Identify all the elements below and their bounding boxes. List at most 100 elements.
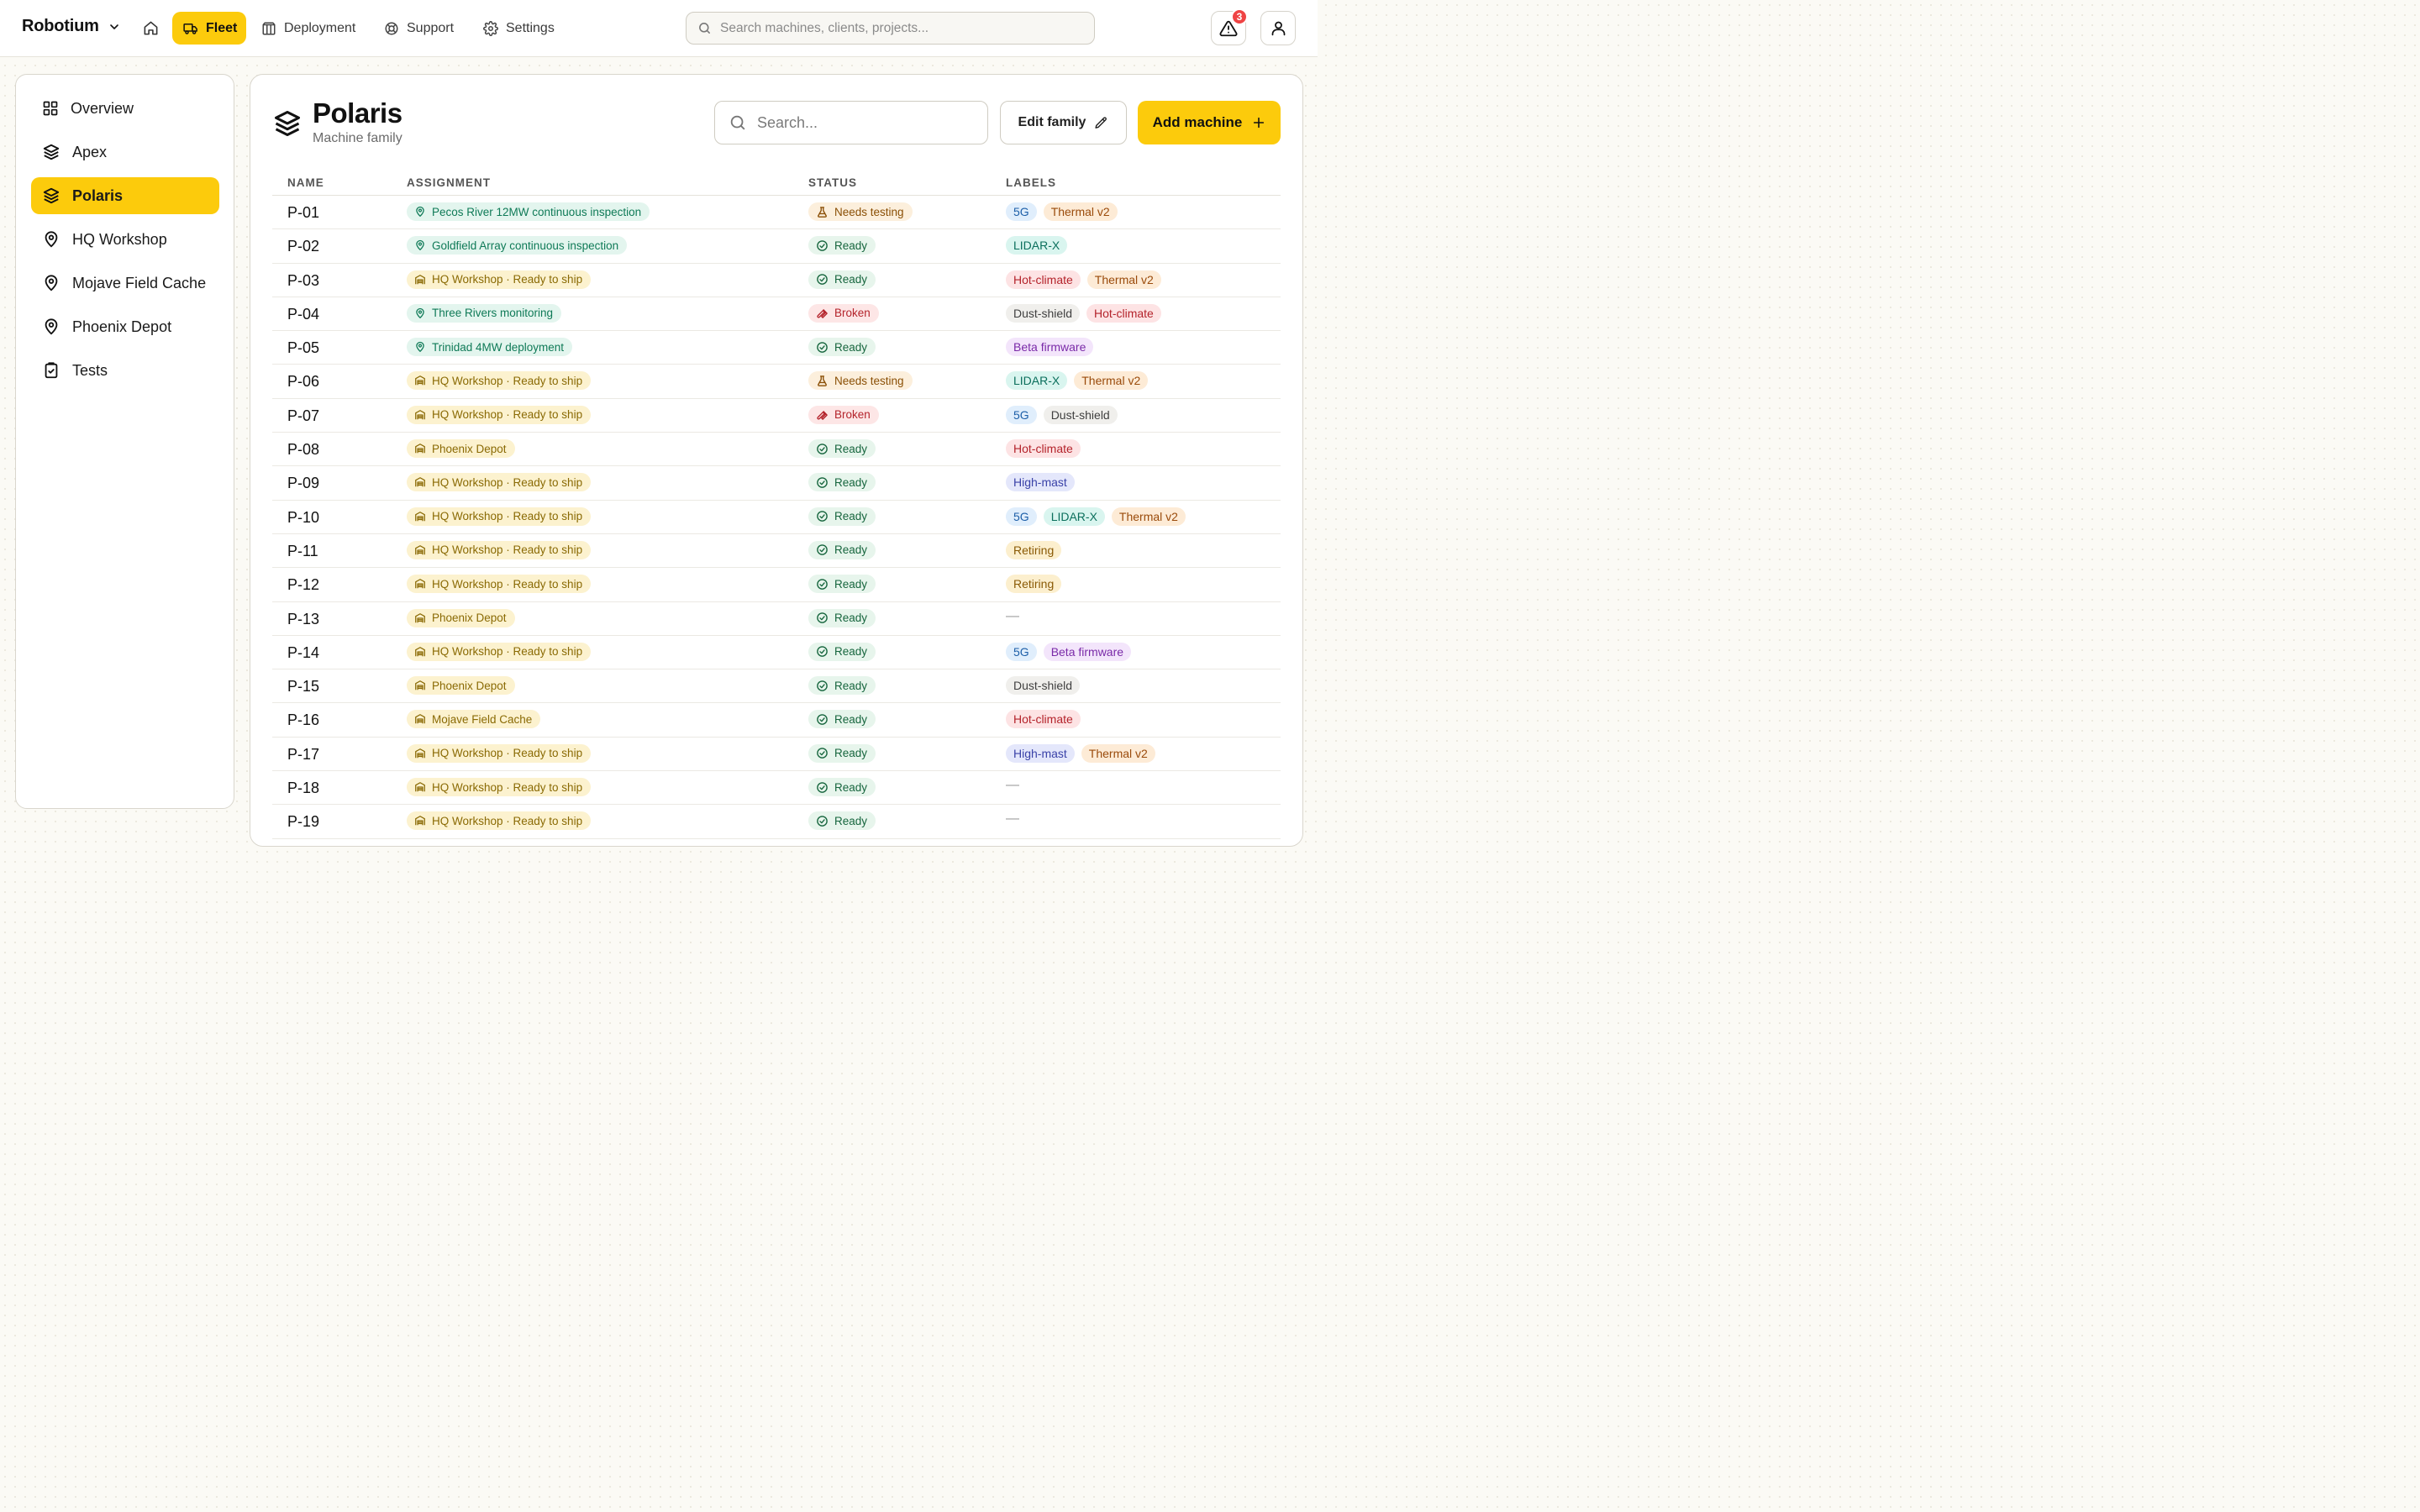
- table-row[interactable]: P-03 HQ Workshop · Ready to ship Ready Hot-…: [272, 264, 1281, 297]
- assignment-chip[interactable]: Pecos River 12MW continuous inspection: [407, 202, 650, 221]
- sidebar-item-polaris[interactable]: Polaris: [31, 177, 219, 214]
- table-row[interactable]: P-12 HQ Workshop · Ready to ship Ready Reti…: [272, 568, 1281, 602]
- assignment-chip[interactable]: HQ Workshop · Ready to ship: [407, 743, 592, 763]
- label-chip-dust-shield[interactable]: Dust-shield: [1006, 303, 1081, 323]
- assignment-chip[interactable]: HQ Workshop · Ready to ship: [407, 371, 592, 391]
- machine-name[interactable]: P-11: [287, 543, 318, 560]
- label-chip-lidar-x[interactable]: LIDAR-X: [1043, 507, 1105, 526]
- sidebar-item-overview[interactable]: Overview: [31, 90, 219, 127]
- user-menu-button[interactable]: [1260, 11, 1296, 45]
- label-chip-5g[interactable]: 5G: [1006, 405, 1037, 424]
- table-row[interactable]: P-18 HQ Workshop · Ready to ship Ready —: [272, 771, 1281, 806]
- table-row[interactable]: P-01 Pecos River 12MW continuous inspecti…: [272, 196, 1281, 230]
- assignment-chip[interactable]: HQ Workshop · Ready to ship: [407, 642, 592, 661]
- brand-switcher[interactable]: Robotium: [22, 17, 121, 36]
- table-row[interactable]: P-05 Trinidad 4MW deployment Ready Beta fir…: [272, 331, 1281, 365]
- assignment-chip[interactable]: HQ Workshop · Ready to ship: [407, 405, 592, 424]
- assignment-chip[interactable]: Phoenix Depot: [407, 676, 515, 696]
- table-row[interactable]: P-04 Three Rivers monitoring Broken Dust-sh…: [272, 297, 1281, 332]
- home-button[interactable]: [136, 13, 165, 42]
- machine-name[interactable]: P-08: [287, 441, 319, 459]
- sidebar-item-apex[interactable]: Apex: [31, 134, 219, 171]
- nav-support[interactable]: Support: [373, 12, 465, 45]
- table-row[interactable]: P-17 HQ Workshop · Ready to ship Ready High…: [272, 738, 1281, 772]
- nav-deployment[interactable]: Deployment: [250, 12, 366, 45]
- table-row[interactable]: P-13 Phoenix Depot Ready —: [272, 602, 1281, 636]
- machine-name[interactable]: P-15: [287, 678, 319, 696]
- sidebar-item-mojave-field-cache[interactable]: Mojave Field Cache: [31, 265, 219, 302]
- table-row[interactable]: P-19 HQ Workshop · Ready to ship Ready —: [272, 805, 1281, 839]
- table-row[interactable]: P-07 HQ Workshop · Ready to ship Broken 5G D…: [272, 399, 1281, 433]
- label-chip-dust-shield[interactable]: Dust-shield: [1006, 676, 1081, 696]
- column-header-labels[interactable]: LABELS: [1006, 176, 1056, 189]
- machine-name[interactable]: P-18: [287, 780, 319, 797]
- column-header-assignment[interactable]: ASSIGNMENT: [407, 176, 491, 189]
- assignment-chip[interactable]: HQ Workshop · Ready to ship: [407, 270, 592, 289]
- global-search-input[interactable]: [720, 20, 1073, 36]
- assignment-chip[interactable]: HQ Workshop · Ready to ship: [407, 473, 592, 492]
- label-chip-high-mast[interactable]: High-mast: [1006, 473, 1075, 492]
- machine-search-input[interactable]: [757, 113, 967, 132]
- assignment-chip[interactable]: Phoenix Depot: [407, 608, 515, 627]
- assignment-chip[interactable]: Mojave Field Cache: [407, 710, 541, 729]
- global-search[interactable]: [686, 12, 1095, 45]
- column-header-status[interactable]: STATUS: [808, 176, 857, 189]
- column-header-name[interactable]: NAME: [287, 176, 324, 189]
- table-row[interactable]: P-09 HQ Workshop · Ready to ship Ready High…: [272, 466, 1281, 501]
- machine-name[interactable]: P-13: [287, 611, 319, 628]
- label-chip-lidar-x[interactable]: LIDAR-X: [1006, 371, 1068, 391]
- table-row[interactable]: P-06 HQ Workshop · Ready to ship Needs tes…: [272, 365, 1281, 399]
- label-chip-hot-climate[interactable]: Hot-climate: [1086, 303, 1161, 323]
- label-chip-lidar-x[interactable]: LIDAR-X: [1006, 236, 1068, 255]
- assignment-chip[interactable]: HQ Workshop · Ready to ship: [407, 811, 592, 831]
- machine-name[interactable]: P-01: [287, 204, 319, 222]
- nav-fleet[interactable]: Fleet: [172, 12, 246, 45]
- label-chip-5g[interactable]: 5G: [1006, 642, 1037, 661]
- machine-name[interactable]: P-19: [287, 813, 319, 831]
- assignment-chip[interactable]: Phoenix Depot: [407, 439, 515, 459]
- machine-name[interactable]: P-12: [287, 576, 319, 594]
- assignment-chip[interactable]: Three Rivers monitoring: [407, 303, 562, 323]
- assignment-chip[interactable]: HQ Workshop · Ready to ship: [407, 507, 592, 526]
- machine-name[interactable]: P-14: [287, 644, 319, 662]
- table-row[interactable]: P-15 Phoenix Depot Ready Dust-shield: [272, 669, 1281, 704]
- sidebar-item-tests[interactable]: Tests: [31, 352, 219, 389]
- assignment-chip[interactable]: HQ Workshop · Ready to ship: [407, 778, 592, 797]
- table-row[interactable]: P-11 HQ Workshop · Ready to ship Ready Reti…: [272, 534, 1281, 569]
- nav-settings[interactable]: Settings: [472, 12, 566, 45]
- table-row[interactable]: P-16 Mojave Field Cache Ready Hot-climate: [272, 703, 1281, 738]
- assignment-chip[interactable]: Trinidad 4MW deployment: [407, 338, 573, 357]
- machine-name[interactable]: P-10: [287, 509, 319, 527]
- table-row[interactable]: P-02 Goldfield Array continuous inspectio…: [272, 229, 1281, 264]
- label-chip-high-mast[interactable]: High-mast: [1006, 743, 1075, 763]
- label-chip-beta-firmware[interactable]: Beta firmware: [1043, 642, 1132, 661]
- machine-name[interactable]: P-04: [287, 306, 319, 323]
- table-row[interactable]: P-08 Phoenix Depot Ready Hot-climate: [272, 433, 1281, 467]
- table-row[interactable]: P-14 HQ Workshop · Ready to ship Ready 5G Be…: [272, 636, 1281, 670]
- machine-name[interactable]: P-06: [287, 373, 319, 391]
- machine-name[interactable]: P-05: [287, 339, 319, 357]
- machine-name[interactable]: P-09: [287, 475, 319, 492]
- label-chip-hot-climate[interactable]: Hot-climate: [1006, 270, 1081, 289]
- label-chip-thermal-v2[interactable]: Thermal v2: [1111, 507, 1186, 526]
- label-chip-thermal-v2[interactable]: Thermal v2: [1074, 371, 1149, 391]
- label-chip-retiring[interactable]: Retiring: [1006, 575, 1062, 594]
- label-chip-dust-shield[interactable]: Dust-shield: [1043, 405, 1118, 424]
- assignment-chip[interactable]: HQ Workshop · Ready to ship: [407, 540, 592, 559]
- machine-name[interactable]: P-02: [287, 238, 319, 255]
- label-chip-beta-firmware[interactable]: Beta firmware: [1006, 338, 1094, 357]
- assignment-chip[interactable]: Goldfield Array continuous inspection: [407, 236, 628, 255]
- label-chip-hot-climate[interactable]: Hot-climate: [1006, 439, 1081, 459]
- machine-name[interactable]: P-17: [287, 746, 319, 764]
- add-machine-button[interactable]: Add machine: [1138, 101, 1281, 144]
- label-chip-5g[interactable]: 5G: [1006, 202, 1037, 221]
- assignment-chip[interactable]: HQ Workshop · Ready to ship: [407, 575, 592, 594]
- table-row[interactable]: P-10 HQ Workshop · Ready to ship Ready 5G LI…: [272, 501, 1281, 534]
- machine-name[interactable]: P-16: [287, 711, 319, 729]
- label-chip-thermal-v2[interactable]: Thermal v2: [1086, 270, 1161, 289]
- machine-name[interactable]: P-07: [287, 407, 319, 425]
- sidebar-item-hq-workshop[interactable]: HQ Workshop: [31, 221, 219, 258]
- machine-name[interactable]: P-03: [287, 272, 319, 290]
- machine-search[interactable]: [714, 101, 988, 144]
- label-chip-thermal-v2[interactable]: Thermal v2: [1081, 743, 1155, 763]
